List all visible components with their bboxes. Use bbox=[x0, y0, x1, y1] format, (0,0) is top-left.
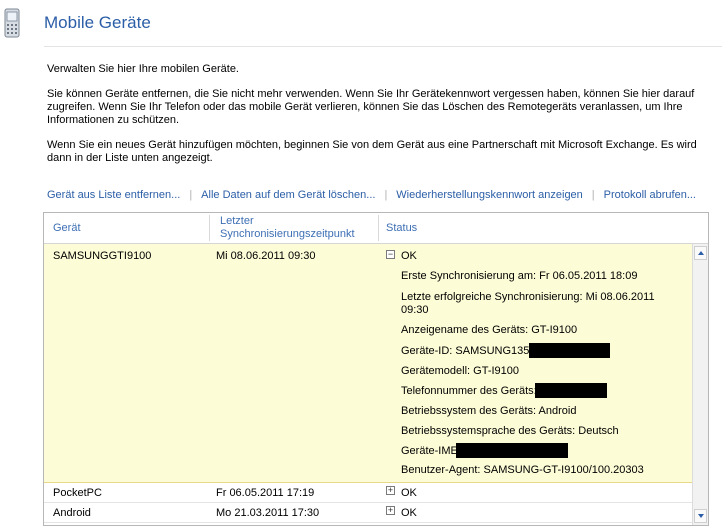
redaction-bar bbox=[529, 343, 610, 358]
detail-first-sync: Erste Synchronisierung am: Fr 06.05.2011… bbox=[401, 270, 638, 282]
detail-os-language: Betriebssystemsprache des Geräts: Deutsc… bbox=[401, 425, 619, 437]
device-name: SAMSUNGGTI9100 bbox=[53, 250, 152, 262]
arrow-up-icon bbox=[698, 251, 704, 255]
action-bar: Gerät aus Liste entfernen... | Alle Daten … bbox=[47, 189, 696, 203]
intro-line1: Verwalten Sie hier Ihre mobilen Geräte. bbox=[47, 63, 239, 75]
vertical-scrollbar[interactable] bbox=[692, 244, 708, 525]
device-name: PocketPC bbox=[53, 487, 102, 499]
detail-device-model: Gerätemodell: GT-I9100 bbox=[401, 365, 520, 377]
intro-para3: Wenn Sie ein neues Gerät hinzufügen möch… bbox=[47, 139, 697, 164]
show-recovery-password-link[interactable]: Wiederherstellungskennwort anzeigen bbox=[396, 189, 583, 201]
device-table: Gerät Letzter Synchronisierungszeitpunkt… bbox=[43, 212, 709, 526]
collapse-toggle-icon[interactable]: − bbox=[386, 250, 395, 259]
status-text: OK bbox=[401, 250, 417, 262]
table-header: Gerät Letzter Synchronisierungszeitpunkt… bbox=[44, 213, 708, 244]
header-divider bbox=[44, 46, 722, 47]
detail-os: Betriebssystem des Geräts: Android bbox=[401, 405, 577, 417]
device-name: Android bbox=[53, 507, 91, 519]
remove-device-link[interactable]: Gerät aus Liste entfernen... bbox=[47, 189, 180, 201]
scroll-down-button[interactable] bbox=[694, 509, 707, 523]
redaction-bar bbox=[456, 443, 568, 458]
last-sync-time: Fr 06.05.2011 17:19 bbox=[216, 487, 315, 499]
detail-phone-number: Telefonnummer des Geräts: bbox=[401, 385, 537, 397]
last-sync-time: Mo 21.03.2011 17:30 bbox=[216, 507, 320, 519]
table-row-selected[interactable]: SAMSUNGGTI9100 Mi 08.06.2011 09:30 − OK … bbox=[44, 244, 692, 483]
action-separator: | bbox=[384, 189, 388, 201]
intro-para2: Sie können Geräte entfernen, die Sie nic… bbox=[47, 88, 695, 126]
column-header-status[interactable]: Status bbox=[386, 222, 417, 235]
action-separator: | bbox=[591, 189, 595, 201]
expand-toggle-icon[interactable]: + bbox=[386, 486, 395, 495]
column-divider[interactable] bbox=[209, 215, 210, 241]
scroll-up-button[interactable] bbox=[694, 246, 707, 260]
get-log-link[interactable]: Protokoll abrufen... bbox=[604, 189, 696, 201]
page-title: Mobile Geräte bbox=[44, 13, 151, 32]
detail-last-success-sync-time: 09:30 bbox=[401, 304, 429, 316]
action-separator: | bbox=[189, 189, 193, 201]
column-divider[interactable] bbox=[378, 215, 379, 241]
detail-user-agent: Benutzer-Agent: SAMSUNG-GT-I9100/100.203… bbox=[401, 464, 644, 476]
detail-last-success-sync: Letzte erfolgreiche Synchronisierung: Mi… bbox=[401, 291, 655, 303]
status-text: OK bbox=[401, 487, 417, 499]
arrow-down-icon bbox=[698, 514, 704, 518]
status-text: OK bbox=[401, 507, 417, 519]
page-header: Mobile Geräte bbox=[0, 0, 722, 44]
detail-display-name: Anzeigename des Geräts: GT-I9100 bbox=[401, 324, 578, 336]
table-row[interactable]: PocketPC Fr 06.05.2011 17:19 + OK bbox=[44, 483, 692, 503]
wipe-device-link[interactable]: Alle Daten auf dem Gerät löschen... bbox=[201, 189, 375, 201]
table-row[interactable]: Android Mo 21.03.2011 17:30 + OK bbox=[44, 503, 692, 523]
redaction-bar bbox=[535, 383, 607, 398]
mobile-phone-icon bbox=[4, 8, 20, 38]
detail-device-id: Geräte-ID: SAMSUNG1355 bbox=[401, 345, 536, 357]
column-header-last-sync[interactable]: Letzter Synchronisierungszeitpunkt bbox=[220, 215, 380, 241]
expand-toggle-icon[interactable]: + bbox=[386, 506, 395, 515]
last-sync-time: Mi 08.06.2011 09:30 bbox=[216, 250, 316, 262]
column-header-device[interactable]: Gerät bbox=[53, 222, 81, 235]
